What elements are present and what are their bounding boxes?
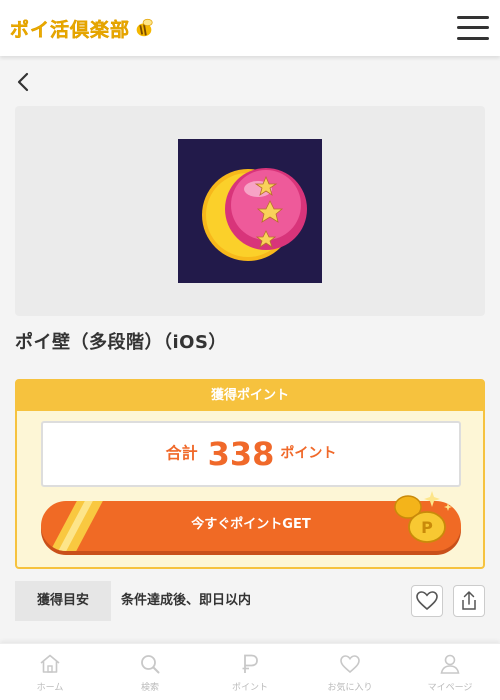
tab-label: ホーム [36,683,64,693]
top-header: ポイ活倶楽部 [0,0,500,56]
hamburger-menu-icon[interactable] [457,14,489,42]
tab-home[interactable]: ホーム [0,644,100,700]
points-total-prefix: 合計 [165,443,198,463]
condition-label: 獲得目安 [15,581,111,621]
points-panel: 獲得ポイント 合計 338 ポイント 今すぐポイントGET P [15,379,485,569]
tab-label: マイページ [427,683,473,693]
coins-icon: P [394,491,452,543]
moon-stars-ball-icon [178,139,322,283]
share-icon [462,591,476,610]
tab-label: 検索 [140,683,159,693]
chevron-left-icon[interactable] [14,70,34,94]
condition-text: 条件達成後、即日以内 [121,593,252,608]
points-total-card: 合計 338 ポイント [41,421,461,487]
favorite-button[interactable] [411,585,443,617]
share-button[interactable] [453,585,485,617]
heart-icon [416,591,438,611]
svg-text:P: P [421,518,433,537]
tab-favorites[interactable]: お気に入り [300,644,400,700]
user-icon [440,654,460,674]
offer-title: ポイ壁（多段階）（iOS） [15,332,227,353]
search-icon [141,655,160,674]
points-total-value: 338 [207,434,275,473]
home-icon [40,654,60,673]
tab-points[interactable]: ポイント [200,644,300,700]
tab-label: お気に入り [327,683,373,693]
bottom-tab-bar: ホーム 検索 ポイント お気に入り マイページ [0,643,500,700]
condition-row: 獲得目安 条件達成後、即日以内 [15,581,485,621]
points-unit: ポイント [280,445,337,462]
tab-label: ポイント [231,683,268,693]
point-p-icon [242,654,258,673]
logo-text: ポイ活倶楽部 [10,18,131,41]
heart-icon [340,655,360,674]
offer-hero [15,106,485,316]
site-logo[interactable]: ポイ活倶楽部 [10,14,155,42]
points-header: 獲得ポイント [17,381,483,411]
tab-search[interactable]: 検索 [100,644,200,700]
get-points-label: 今すぐポイントGET [191,517,311,532]
tab-mypage[interactable]: マイページ [400,644,500,700]
bee-icon [136,18,153,37]
